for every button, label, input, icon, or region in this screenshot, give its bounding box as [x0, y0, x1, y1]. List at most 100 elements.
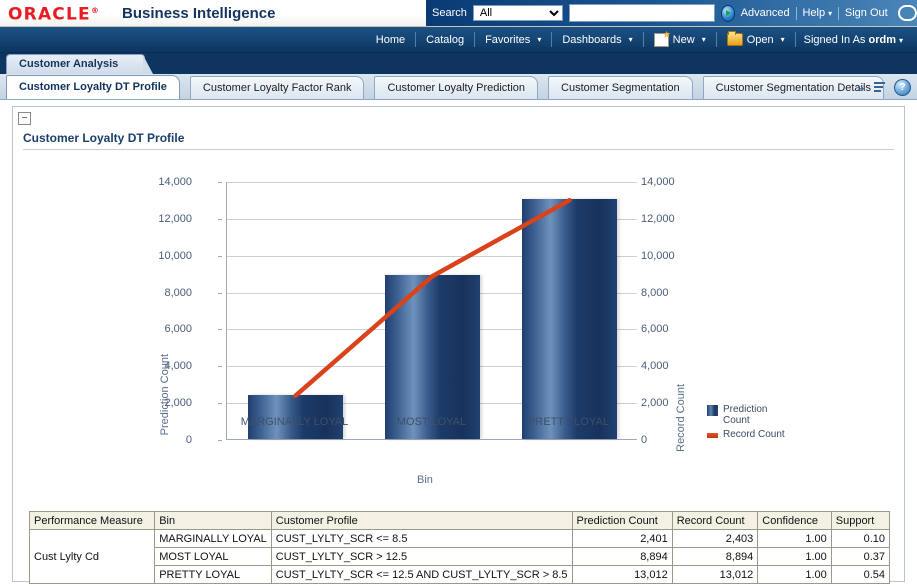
table-row[interactable]: Cust Lylty CdMARGINALLY LOYALCUST_LYLTY_…: [30, 530, 890, 548]
y-tick-label: 4,000: [122, 360, 192, 372]
y-tick-mark: [218, 219, 222, 220]
y-tick-label: 2,000: [122, 397, 192, 409]
panel-title: Customer Loyalty DT Profile: [23, 131, 894, 150]
chevron-down-icon: ▾: [629, 35, 633, 44]
search-area: Search All Advanced Help▾ Sign Out: [426, 0, 917, 26]
col-performance-measure[interactable]: Performance Measure: [30, 512, 155, 530]
legend-item-prediction-count: Prediction Count: [707, 404, 787, 426]
help-icon[interactable]: ?: [894, 79, 911, 96]
y-tick-mark: [218, 366, 222, 367]
help-menu-label: Help: [802, 7, 825, 19]
help-menu[interactable]: Help▾: [802, 7, 832, 19]
col-customer-profile[interactable]: Customer Profile: [271, 512, 572, 530]
chart-plot-area: [226, 182, 637, 440]
tab-tools: » ?: [857, 79, 911, 96]
tab-customer-loyalty-dt-profile[interactable]: Customer Loyalty DT Profile: [6, 75, 180, 99]
legend-label: Record Count: [723, 429, 785, 440]
sign-out-link[interactable]: Sign Out: [845, 7, 888, 19]
y-tick-label: 12,000: [122, 213, 192, 225]
chevron-down-icon: ▾: [537, 35, 541, 44]
legend-line-swatch-icon: [707, 433, 718, 438]
cell-support: 0.10: [831, 530, 889, 548]
table-row[interactable]: MOST LOYALCUST_LYLTY_SCR > 12.58,8948,89…: [30, 548, 890, 566]
oracle-logo-mark: ®: [91, 6, 100, 15]
report-panel: − Customer Loyalty DT Profile Prediction…: [12, 106, 905, 582]
search-scope-select[interactable]: All: [473, 5, 563, 21]
col-record-count[interactable]: Record Count: [672, 512, 758, 530]
nav-item-open[interactable]: Open ▾: [717, 31, 795, 48]
legend-bar-swatch-icon: [707, 405, 718, 416]
nav-item-new[interactable]: New ▾: [644, 31, 716, 48]
y-tick-label: 6,000: [122, 323, 192, 335]
top-header: ORACLE® Business Intelligence Search All…: [0, 0, 917, 27]
col-prediction-count[interactable]: Prediction Count: [572, 512, 672, 530]
y2-tick-label: 14,000: [641, 176, 701, 188]
oracle-logo: ORACLE®: [8, 2, 100, 24]
x-tick-label: PRETTY LOYAL: [528, 416, 609, 428]
chevron-down-icon: ▾: [781, 35, 785, 44]
cell-prediction-count: 2,401: [572, 530, 672, 548]
oracle-logo-text: ORACLE: [8, 5, 91, 25]
y2-tick-label: 6,000: [641, 323, 701, 335]
cell-bin: MOST LOYAL: [155, 548, 272, 566]
y-tick-mark: [218, 182, 222, 183]
report-table-wrapper: Performance Measure Bin Customer Profile…: [29, 511, 890, 584]
cell-record-count: 2,403: [672, 530, 758, 548]
cell-record-count: 8,894: [672, 548, 758, 566]
y-tick-label: 14,000: [122, 176, 192, 188]
y2-tick-label: 0: [641, 434, 701, 446]
header-divider: [796, 7, 797, 20]
cell-customer-profile: CUST_LYLTY_SCR <= 8.5: [271, 530, 572, 548]
tab-list-icon[interactable]: [872, 82, 886, 94]
search-input[interactable]: [569, 4, 715, 22]
search-go-button[interactable]: [721, 5, 735, 22]
cell-confidence: 1.00: [758, 548, 831, 566]
cell-bin: MARGINALLY LOYAL: [155, 530, 272, 548]
chevron-down-icon: ▾: [899, 36, 903, 45]
panel-collapse-button[interactable]: −: [18, 112, 31, 125]
dashboard-content: − Customer Loyalty DT Profile Prediction…: [0, 100, 917, 586]
col-bin[interactable]: Bin: [155, 512, 272, 530]
cell-customer-profile: CUST_LYLTY_SCR > 12.5: [271, 548, 572, 566]
nav-item-label: Dashboards: [562, 34, 621, 46]
chart-line-series: [227, 182, 638, 440]
col-support[interactable]: Support: [831, 512, 889, 530]
chart-area: Prediction Count Record Count Bin 0 2,000…: [13, 154, 904, 494]
col-confidence[interactable]: Confidence: [758, 512, 831, 530]
chart-legend: Prediction Count Record Count: [707, 404, 787, 443]
search-label: Search: [432, 7, 467, 19]
y-tick-label: 8,000: [122, 287, 192, 299]
y-tick-label: 0: [122, 434, 192, 446]
y2-tick-label: 2,000: [641, 397, 701, 409]
page-tab-bar: Customer Analysis: [0, 53, 917, 74]
tab-customer-loyalty-prediction[interactable]: Customer Loyalty Prediction: [374, 76, 538, 99]
header-divider: [838, 7, 839, 20]
signed-in-as[interactable]: Signed In As ordm▾: [796, 34, 911, 46]
y2-tick-label: 12,000: [641, 213, 701, 225]
y-tick-label: 10,000: [122, 250, 192, 262]
table-header-row: Performance Measure Bin Customer Profile…: [30, 512, 890, 530]
x-tick-label: MOST LOYAL: [397, 416, 466, 428]
nav-item-dashboards[interactable]: Dashboards ▾: [552, 31, 642, 48]
x-tick-label: MARGINALLY LOYAL: [241, 416, 349, 428]
legend-label: Prediction Count: [723, 404, 787, 426]
nav-item-home[interactable]: Home: [366, 31, 415, 48]
tab-customer-segmentation[interactable]: Customer Segmentation: [548, 76, 693, 99]
y-tick-mark: [218, 403, 222, 404]
advanced-link[interactable]: Advanced: [741, 7, 790, 19]
y-tick-mark: [218, 329, 222, 330]
tab-customer-loyalty-factor-rank[interactable]: Customer Loyalty Factor Rank: [190, 76, 365, 99]
tab-overflow-icon[interactable]: »: [857, 81, 864, 95]
nav-item-label: New: [673, 34, 695, 46]
open-folder-icon: [727, 33, 743, 46]
nav-item-favorites[interactable]: Favorites ▾: [475, 31, 551, 48]
x-axis-title: Bin: [417, 474, 433, 486]
nav-item-catalog[interactable]: Catalog: [416, 31, 474, 48]
signed-in-as-label: Signed In As: [804, 34, 866, 46]
feedback-bubble-icon[interactable]: [898, 5, 917, 21]
report-table: Performance Measure Bin Customer Profile…: [29, 511, 890, 584]
table-body: Cust Lylty CdMARGINALLY LOYALCUST_LYLTY_…: [30, 530, 890, 584]
signed-in-user: ordm: [868, 34, 896, 46]
page-tab-customer-analysis[interactable]: Customer Analysis: [6, 54, 145, 74]
y2-tick-label: 4,000: [641, 360, 701, 372]
